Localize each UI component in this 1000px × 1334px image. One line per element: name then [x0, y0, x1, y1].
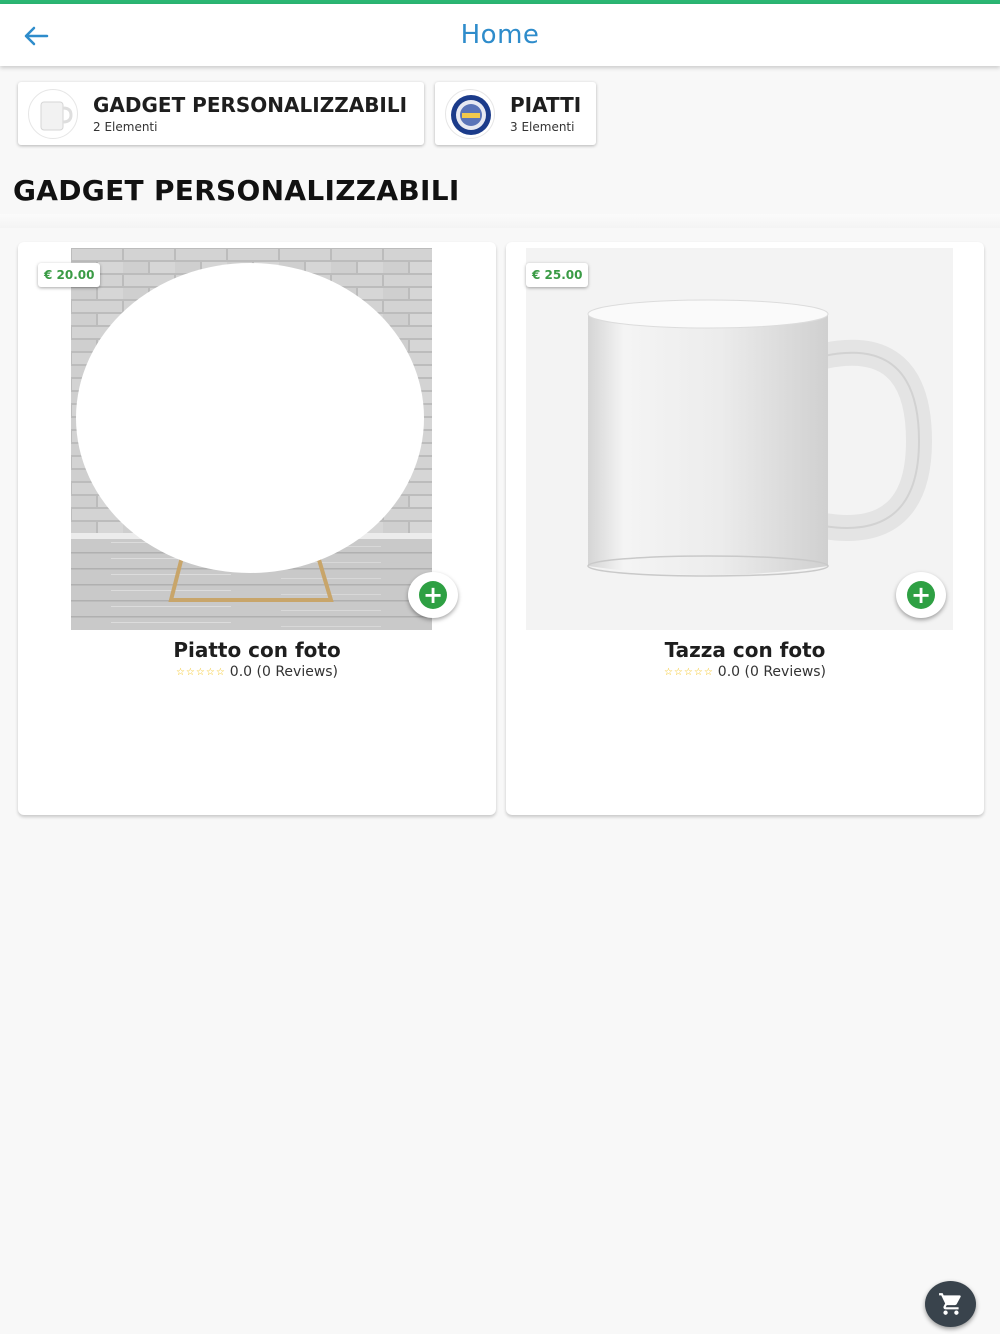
rating-text: 0.0 (0 Reviews) [229, 664, 339, 680]
section-divider [0, 214, 1000, 228]
plus-icon: + [419, 581, 447, 609]
product-rating: ☆☆☆☆☆ 0.0 (0 Reviews) [18, 664, 496, 680]
product-rating: ☆☆☆☆☆ 0.0 (0 Reviews) [506, 664, 984, 680]
add-to-cart-button[interactable]: + [408, 572, 458, 618]
category-chip-gadget[interactable]: GADGET PERSONALIZZABILI 2 Elementi [18, 82, 424, 145]
cart-fab-button[interactable] [925, 1281, 976, 1327]
add-to-cart-button[interactable]: + [896, 572, 946, 618]
star-rating-icon: ☆☆☆☆☆ [663, 667, 714, 678]
product-card[interactable]: € 25.00 + Tazza con foto ☆☆☆☆☆ 0.0 (0 Rev… [506, 242, 984, 815]
price-badge: € 25.00 [526, 263, 589, 287]
category-count: 2 Elementi [93, 120, 158, 134]
page-title: Home [460, 20, 540, 50]
shopping-cart-icon [938, 1293, 961, 1315]
category-title: PIATTI [510, 93, 582, 117]
product-name: Piatto con foto [173, 638, 341, 662]
plus-icon: + [907, 581, 935, 609]
section-title: GADGET PERSONALIZZABILI [13, 174, 460, 207]
app-bar: Home [0, 4, 1000, 66]
rating-text: 0.0 (0 Reviews) [717, 664, 827, 680]
category-chip-piatti[interactable]: PIATTI 3 Elementi [435, 82, 596, 145]
plate-on-stand-image [71, 248, 432, 630]
plate-thumbnail-icon [445, 89, 495, 139]
category-count: 3 Elementi [510, 120, 575, 134]
white-mug-image [526, 248, 953, 630]
star-rating-icon: ☆☆☆☆☆ [175, 667, 226, 678]
product-card[interactable]: € 20.00 + Piatto con foto ☆☆☆☆☆ 0.0 (0 Re… [18, 242, 496, 815]
mug-thumbnail-icon [28, 89, 78, 139]
product-name: Tazza con foto [664, 638, 826, 662]
price-badge: € 20.00 [38, 263, 101, 287]
category-title: GADGET PERSONALIZZABILI [93, 93, 408, 117]
